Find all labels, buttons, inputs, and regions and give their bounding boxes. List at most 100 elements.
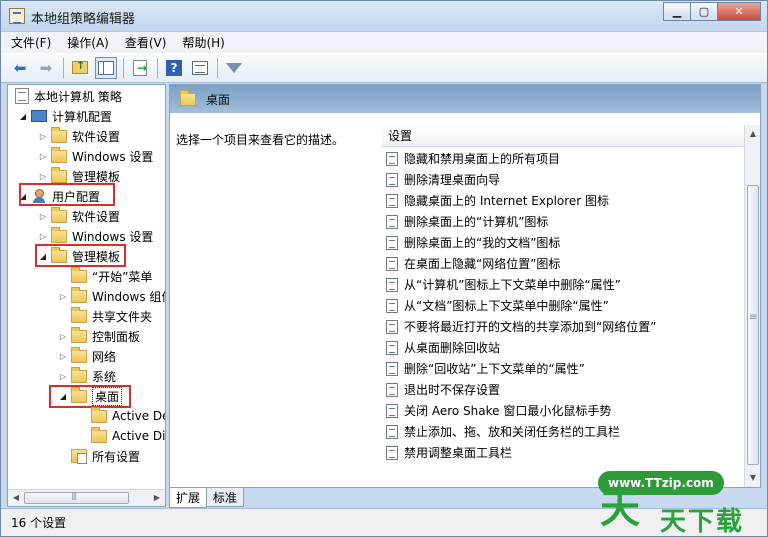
setting-label: 隐藏和禁用桌面上的所有项目 (404, 152, 561, 166)
help-button[interactable]: ? (163, 57, 185, 79)
settings-vertical-scrollbar[interactable]: ▲ ▼ (744, 125, 760, 487)
toolbar-separator (63, 57, 64, 78)
setting-icon (386, 340, 398, 355)
tree-item-uc-windows[interactable]: ▷ Windows 设置 (38, 226, 153, 246)
expand-closed-icon[interactable]: ▷ (38, 152, 48, 161)
tree-item-system[interactable]: ▷ 系统 (58, 366, 116, 386)
setting-icon (386, 424, 398, 439)
tree-item-label: 软件设置 (72, 129, 121, 144)
tree-item-all-settings[interactable]: 所有设置 (58, 446, 140, 466)
export-list-button[interactable] (129, 57, 151, 79)
setting-label: 从桌面删除回收站 (404, 341, 501, 355)
menu-action[interactable]: 操作(A) (67, 34, 109, 51)
column-header-settings[interactable]: 设置 (382, 125, 744, 147)
list-item[interactable]: 在桌面上隐藏“网络位置”图标 (382, 253, 560, 274)
expand-closed-icon[interactable]: ▷ (58, 352, 68, 361)
expand-closed-icon[interactable]: ▷ (58, 332, 68, 341)
tree-item-shared-folders[interactable]: 共享文件夹 (58, 306, 152, 326)
list-item[interactable]: 不要将最近打开的文档的共享添加到“网络位置” (382, 316, 656, 337)
list-item[interactable]: 隐藏桌面上的 Internet Explorer 图标 (382, 190, 609, 211)
tree-item-active-desktop[interactable]: Active Desktop (78, 406, 165, 426)
setting-label: 删除桌面上的“计算机”图标 (404, 215, 549, 229)
setting-label: 从“计算机”图标上下文菜单中删除“属性” (404, 278, 621, 292)
tree-item-control-panel[interactable]: ▷ 控制面板 (58, 326, 140, 346)
details-pane: 桌面 选择一个项目来查看它的描述。 设置 隐藏和禁用桌面上的所有项目 删除清理桌… (169, 84, 761, 488)
setting-icon (386, 235, 398, 250)
setting-icon (386, 172, 398, 187)
setting-label: 在桌面上隐藏“网络位置”图标 (404, 257, 561, 271)
scroll-thumb[interactable] (24, 491, 129, 504)
list-item[interactable]: 删除清理桌面向导 (382, 169, 500, 190)
menu-view[interactable]: 查看(V) (125, 34, 167, 51)
details-title: 桌面 (206, 92, 231, 107)
settings-list[interactable]: 设置 隐藏和禁用桌面上的所有项目 删除清理桌面向导 隐藏桌面上的 Interne… (382, 125, 744, 487)
tree-item-cc-software[interactable]: ▷ 软件设置 (38, 126, 120, 146)
folder-icon (91, 406, 107, 423)
list-item[interactable]: 关闭 Aero Shake 窗口最小化鼠标手势 (382, 400, 611, 421)
list-item[interactable]: 退出时不保存设置 (382, 379, 500, 400)
list-item[interactable]: 删除桌面上的“计算机”图标 (382, 211, 548, 232)
setting-label: 删除清理桌面向导 (404, 173, 501, 187)
watermark-logo: www.TTzip.com 天 天下载 (598, 463, 768, 537)
back-arrow-icon[interactable]: ⬅ (9, 57, 31, 79)
scroll-left-icon[interactable]: ◀ (9, 492, 23, 504)
scroll-thumb[interactable] (747, 185, 759, 465)
minimize-button[interactable]: ▁ (663, 2, 691, 21)
tree-pane-icon (98, 60, 114, 75)
maximize-button[interactable]: ▢ (690, 2, 718, 21)
list-item[interactable]: 删除“回收站”上下文菜单的“属性” (382, 358, 585, 379)
scroll-right-icon[interactable]: ▶ (150, 492, 164, 504)
forward-arrow-icon[interactable]: ➡ (35, 57, 57, 79)
expand-closed-icon[interactable]: ▷ (38, 212, 48, 221)
tree-item-start-menu[interactable]: “开始”菜单 (58, 266, 152, 286)
help-icon: ? (166, 59, 182, 76)
list-item[interactable]: 从桌面删除回收站 (382, 337, 500, 358)
folder-icon (71, 286, 87, 303)
setting-icon (386, 298, 398, 313)
setting-icon (386, 193, 398, 208)
tree-item-label: 管理模板 (72, 169, 121, 184)
tree-item-cc-windows[interactable]: ▷ Windows 设置 (38, 146, 153, 166)
toolbar-separator (217, 57, 218, 78)
properties-button[interactable] (189, 57, 211, 79)
close-button[interactable]: ✕ (717, 2, 761, 21)
tree-item-root[interactable]: 本地计算机 策略 (12, 86, 122, 106)
list-item[interactable]: 删除桌面上的“我的文档”图标 (382, 232, 560, 253)
tree-horizontal-scrollbar[interactable]: ◀ ▶ (8, 489, 165, 506)
list-item[interactable]: 从“计算机”图标上下文菜单中删除“属性” (382, 274, 621, 295)
tab-extended[interactable]: 扩展 (169, 488, 208, 508)
filter-button[interactable] (223, 57, 245, 79)
tree-item-windows-components[interactable]: ▷ Windows 组件 (58, 286, 165, 306)
list-item[interactable]: 隐藏和禁用桌面上的所有项目 (382, 148, 560, 169)
list-item[interactable]: 从“文档”图标上下文菜单中删除“属性” (382, 295, 609, 316)
expand-closed-icon[interactable]: ▷ (38, 172, 48, 181)
expand-closed-icon[interactable]: ▷ (58, 292, 68, 301)
description-text: 选择一个项目来查看它的描述。 (176, 133, 345, 147)
tree-item-active-directory[interactable]: Active Directory (78, 426, 165, 446)
list-item[interactable]: 禁用调整桌面工具栏 (382, 442, 512, 463)
tree-item-computer-config[interactable]: ◢ 计算机配置 (18, 106, 112, 126)
tab-standard[interactable]: 标准 (206, 488, 245, 507)
folder-icon (71, 266, 87, 283)
show-tree-button[interactable] (95, 56, 117, 79)
expand-closed-icon[interactable]: ▷ (38, 232, 48, 241)
expand-closed-icon[interactable]: ▷ (58, 372, 68, 381)
tree-item-network[interactable]: ▷ 网络 (58, 346, 116, 366)
details-header: 桌面 (170, 85, 760, 113)
menu-bar: 文件(F) 操作(A) 查看(V) 帮助(H) (1, 31, 767, 53)
title-bar[interactable]: 本地组策略编辑器 ▁ ▢ ✕ (1, 1, 767, 31)
tree-pane[interactable]: 本地计算机 策略 ◢ 计算机配置 ▷ 软件设置 ▷ Windows 设置 ▷ 管… (7, 84, 166, 507)
list-item[interactable]: 禁止添加、拖、放和关闭任务栏的工具栏 (382, 421, 620, 442)
expand-closed-icon[interactable]: ▷ (38, 132, 48, 141)
scroll-up-icon[interactable]: ▲ (747, 127, 759, 141)
menu-file[interactable]: 文件(F) (11, 34, 51, 51)
up-folder-button[interactable] (69, 57, 91, 79)
folder-icon (51, 226, 67, 243)
tree-item-label: 控制面板 (92, 329, 141, 344)
expand-open-icon[interactable]: ◢ (18, 112, 28, 121)
app-window: 本地组策略编辑器 ▁ ▢ ✕ 文件(F) 操作(A) 查看(V) 帮助(H) ⬅… (0, 0, 768, 537)
tree-item-uc-software[interactable]: ▷ 软件设置 (38, 206, 120, 226)
menu-help[interactable]: 帮助(H) (182, 34, 224, 51)
toolbar-separator (123, 57, 124, 78)
folder-icon (51, 146, 67, 163)
